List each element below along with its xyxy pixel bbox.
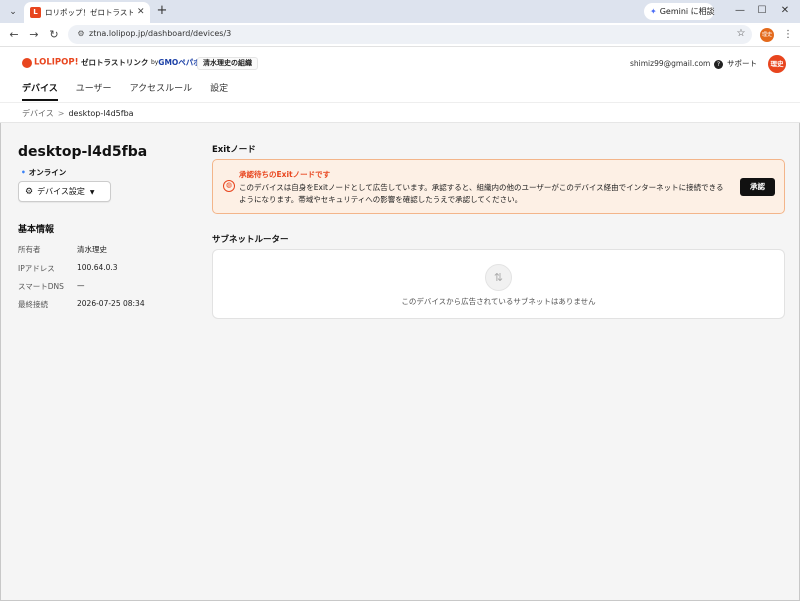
support-label: サポート: [727, 59, 757, 68]
address-bar: ← → ↻ ⚙ ztna.lolipop.jp/dashboard/device…: [0, 23, 800, 47]
app-header: LOLIPOP! ゼロトラストリンク byGMOペパボ 清水理史の組織 shim…: [0, 47, 800, 102]
info-row-owner: 所有者 清水理史: [18, 244, 198, 256]
lolipop-logo[interactable]: LOLIPOP! ゼロトラストリンク byGMOペパボ: [22, 57, 201, 71]
window-close-icon[interactable]: ✕: [777, 4, 793, 18]
info-key: スマートDNS: [18, 282, 64, 291]
url-input[interactable]: ⚙ ztna.lolipop.jp/dashboard/devices/3 ☆: [68, 25, 752, 44]
info-key: 所有者: [18, 245, 41, 254]
alert-body: このデバイスは自身をExitノードとして広告しています。承認すると、組織内の他の…: [239, 183, 724, 204]
info-row-ip: IPアドレス 100.64.0.3: [18, 263, 198, 275]
tab-search-icon[interactable]: ⌄: [6, 5, 20, 19]
browser-menu-icon[interactable]: ⋮: [783, 28, 793, 42]
support-link[interactable]: ? サポート: [714, 58, 757, 69]
page-title: desktop-l4d5fba: [18, 144, 148, 160]
nav-access-rules[interactable]: アクセスルール: [130, 81, 193, 99]
caret-down-icon: ▼: [89, 189, 95, 196]
lolipop-mark-icon: [22, 57, 32, 68]
info-value: 清水理史: [77, 245, 107, 254]
reload-icon[interactable]: ↻: [47, 28, 61, 42]
exit-node-alert: ◍ 承認待ちのExitノードです このデバイスは自身をExitノードとして広告し…: [212, 159, 785, 214]
device-settings-button[interactable]: ⚙ デバイス設定 ▼: [18, 181, 111, 202]
subnet-empty-card: ⇅ このデバイスから広告されているサブネットはありません: [212, 249, 785, 319]
info-heading: 基本情報: [18, 225, 55, 235]
gemini-button[interactable]: ✦ Gemini に相談: [644, 3, 715, 20]
favicon-icon: L: [30, 7, 41, 18]
status-badge: • オンライン: [21, 167, 66, 178]
breadcrumb: デバイス > desktop-l4d5fba: [22, 108, 134, 119]
gemini-label: Gemini に相談: [659, 7, 715, 16]
subnet-router-heading: サブネットルーター: [212, 235, 289, 245]
forward-icon[interactable]: →: [27, 28, 41, 42]
info-key: 最終接続: [18, 300, 48, 309]
approve-button[interactable]: 承認: [740, 178, 775, 196]
site-info-icon[interactable]: ⚙: [75, 28, 87, 40]
nav-users[interactable]: ユーザー: [76, 81, 112, 99]
info-key: IPアドレス: [18, 264, 55, 273]
url-text: ztna.lolipop.jp/dashboard/devices/3: [89, 29, 232, 38]
user-avatar[interactable]: 理史: [768, 55, 786, 73]
logo-product: ゼロトラストリンク: [81, 58, 149, 67]
minimize-icon[interactable]: —: [732, 4, 748, 18]
tab-close-icon[interactable]: ✕: [137, 6, 147, 18]
breadcrumb-chevron-icon: >: [57, 109, 65, 118]
main-content: desktop-l4d5fba • オンライン ⚙ デバイス設定 ▼ 基本情報 所有者…: [0, 123, 800, 601]
alert-title: 承認待ちのExitノードです: [239, 170, 331, 179]
breadcrumb-devices-link[interactable]: デバイス: [22, 109, 54, 118]
nav-settings[interactable]: 設定: [210, 81, 228, 99]
info-value: 100.64.0.3: [77, 263, 118, 272]
browser-tab-bar: ⌄ L ロリポップ！ゼロトラストリンク byGMOペパボ ✕ + ✦Gemini…: [0, 0, 800, 23]
gemini-sparkle-icon: ✦: [650, 7, 657, 16]
globe-icon: ◍: [223, 180, 235, 192]
browser-tab[interactable]: L ロリポップ！ゼロトラストリンク byGMOペパボ ✕: [24, 2, 150, 23]
exit-node-heading: Exitノード: [212, 145, 256, 155]
browser-profile-avatar[interactable]: 理史: [760, 28, 774, 42]
help-icon: ?: [714, 60, 723, 69]
user-email: shimiz99@gmail.com: [630, 59, 711, 68]
empty-state-text: このデバイスから広告されているサブネットはありません: [401, 297, 596, 306]
tab-title: ロリポップ！ゼロトラストリンク byGMOペパボ: [45, 8, 133, 17]
device-settings-label: デバイス設定: [37, 187, 85, 196]
org-switcher[interactable]: 清水理史の組織: [197, 57, 258, 70]
gear-icon: ⚙: [25, 187, 34, 197]
bookmark-star-icon[interactable]: ☆: [734, 27, 748, 41]
maximize-icon[interactable]: ☐: [754, 4, 770, 18]
status-label: オンライン: [28, 168, 67, 177]
online-dot-icon: •: [21, 168, 26, 177]
info-value: 2026-07-25 08:34: [77, 299, 145, 308]
router-icon: ⇅: [485, 264, 512, 291]
logo-brand: LOLIPOP!: [34, 57, 79, 68]
info-value: —: [77, 281, 85, 290]
info-row-dns: スマートDNS —: [18, 281, 198, 293]
logo-company: GMOペパボ: [158, 58, 201, 67]
nav-devices[interactable]: デバイス: [22, 81, 58, 101]
info-row-last-seen: 最終接続 2026-07-25 08:34: [18, 299, 198, 311]
breadcrumb-bar: デバイス > desktop-l4d5fba: [0, 102, 800, 123]
new-tab-button[interactable]: +: [155, 3, 169, 19]
back-icon[interactable]: ←: [7, 28, 21, 42]
main-nav: デバイス ユーザー アクセスルール 設定: [22, 81, 246, 101]
breadcrumb-current: desktop-l4d5fba: [68, 109, 134, 118]
